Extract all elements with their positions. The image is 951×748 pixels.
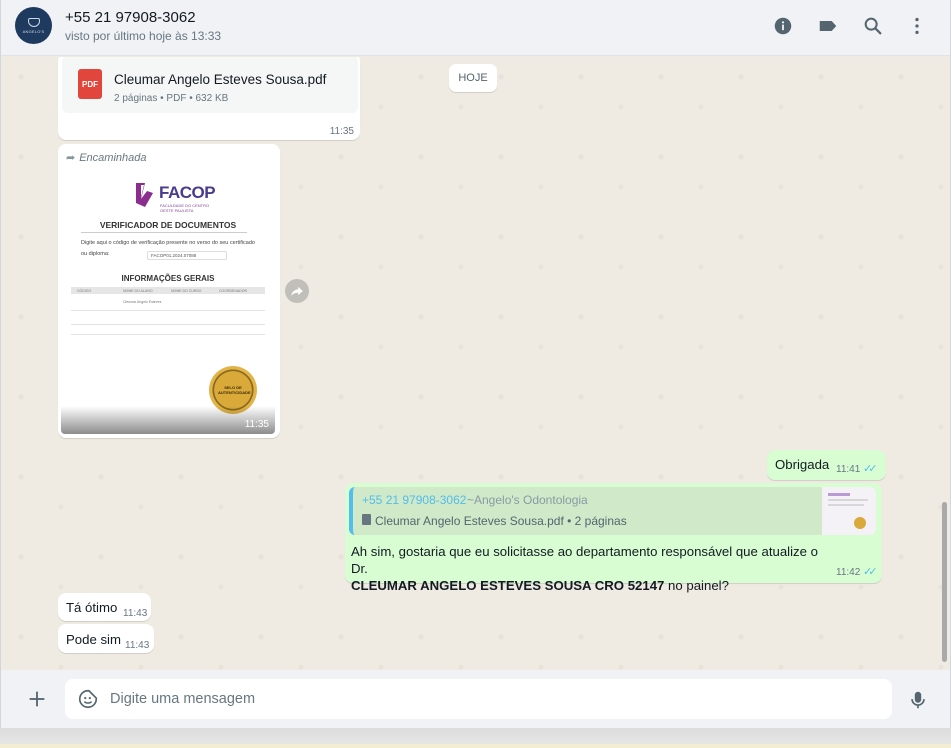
table-col-4: COORDENADOR (219, 289, 248, 293)
seal-text: SELO DE AUTENTICIDADE (218, 385, 251, 395)
message-text: Obrigada (775, 457, 830, 472)
reply-text-part: no painel? (664, 578, 729, 593)
incoming-message-bubble[interactable]: Pode sim 11:43 (58, 624, 154, 653)
document-icon (362, 514, 371, 525)
forward-button[interactable] (285, 279, 309, 303)
incoming-message-bubble[interactable]: Tá ótimo 11:43 (58, 593, 151, 621)
message-text: Tá ótimo (66, 600, 118, 615)
table-col-3: NOME DO CURSO (171, 289, 202, 293)
search-icon[interactable] (862, 15, 884, 37)
reply-message-bubble[interactable]: +55 21 97908-3062 ~Angelo's Odontologia … (345, 483, 882, 593)
table-row-line (71, 334, 265, 335)
read-ticks-icon: ✓✓ (863, 463, 878, 475)
contact-avatar[interactable]: ANGELO'S (15, 7, 52, 44)
table-student-name: Cleumar Angelo Esteves (123, 300, 162, 304)
document-screenshot-image[interactable]: FACOP FACULDADE DO CENTRO OESTE PAULISTA… (61, 170, 275, 434)
menu-kebab-icon[interactable] (906, 15, 928, 37)
message-input[interactable] (110, 679, 870, 719)
reply-text-bold: CLEUMAR ANGELO ESTEVES SOUSA CRO 52147 (351, 578, 665, 593)
contact-name[interactable]: +55 21 97908-3062 (65, 9, 196, 26)
microphone-icon[interactable] (907, 688, 929, 712)
read-ticks-icon: ✓✓ (863, 566, 878, 578)
verification-code-field: FACOP01.2024.07088 (147, 251, 227, 260)
pdf-attachment-card[interactable]: PDF Cleumar Angelo Esteves Sousa.pdf 2 p… (62, 57, 358, 113)
forwarded-image-bubble[interactable]: ➦ Encaminhada FACOP FACULDADE DO CENTRO O… (58, 144, 280, 438)
message-list[interactable]: PDF Cleumar Angelo Esteves Sousa.pdf 2 p… (1, 57, 950, 670)
composer-bar (1, 670, 950, 728)
facop-logo-icon (136, 183, 153, 207)
forwarded-label: ➦ Encaminhada (66, 151, 147, 164)
message-time: 11:41 (836, 464, 861, 475)
facop-logo-text: FACOP (159, 183, 216, 202)
message-text: Ah sim, gostaria que eu solicitasse ao d… (351, 543, 831, 594)
facop-logo-subtitle: FACULDADE DO CENTRO OESTE PAULISTA (160, 203, 210, 213)
avatar-text: ANGELO'S (22, 28, 45, 34)
quoted-document: Cleumar Angelo Esteves Sousa.pdf • 2 pág… (375, 514, 627, 528)
quoted-sender: +55 21 97908-3062 (362, 493, 467, 507)
message-time: 11:43 (123, 608, 148, 619)
pdf-message-bubble[interactable]: PDF Cleumar Angelo Esteves Sousa.pdf 2 p… (58, 57, 360, 140)
pdf-meta: 2 páginas • PDF • 632 KB (114, 93, 229, 104)
reply-text-part: Ah sim, gostaria que eu solicitasse ao d… (351, 544, 818, 576)
whatsapp-window: ANGELO'S +55 21 97908-3062 visto por últ… (0, 0, 951, 748)
quoted-author: ~Angelo's Odontologia (467, 493, 588, 507)
message-time: 11:42 (836, 567, 861, 578)
date-divider: HOJE (449, 64, 497, 92)
info-icon[interactable] (772, 15, 794, 37)
sticker-emoji-icon[interactable] (77, 688, 99, 710)
quoted-message[interactable]: +55 21 97908-3062 ~Angelo's Odontologia … (349, 487, 876, 535)
quoted-thumbnail (822, 487, 876, 535)
scrollbar-thumb[interactable] (942, 502, 947, 662)
pdf-filename: Cleumar Angelo Esteves Sousa.pdf (114, 72, 327, 87)
message-time: 11:35 (329, 126, 354, 137)
table-row-line (71, 324, 265, 325)
forwarded-arrow-icon: ➦ (66, 152, 76, 164)
forwarded-text: Encaminhada (79, 152, 147, 164)
divider (81, 232, 247, 233)
image-gradient (61, 406, 275, 434)
message-text: Pode sim (66, 632, 121, 647)
message-time: 11:43 (125, 640, 150, 651)
table-col-1: CÓDIGO (77, 289, 92, 293)
message-input-box[interactable] (65, 679, 892, 719)
share-arrow-icon (291, 286, 303, 297)
table-col-2: NOME DO ALUNO (123, 289, 153, 293)
last-seen-status: visto por último hoje às 13:33 (65, 29, 222, 43)
message-time: 11:35 (244, 419, 269, 430)
verifier-title: VERIFICADOR DE DOCUMENTOS (99, 220, 237, 230)
info-title: INFORMAÇÕES GERAIS (121, 274, 215, 283)
chat-header: ANGELO'S +55 21 97908-3062 visto por últ… (1, 0, 950, 56)
attach-plus-icon[interactable] (26, 688, 48, 710)
table-row-line (71, 310, 265, 311)
pdf-file-icon: PDF (78, 69, 102, 99)
label-icon[interactable] (817, 15, 839, 37)
outgoing-message-bubble[interactable]: Obrigada 11:41 ✓✓ (767, 450, 886, 480)
tooth-logo-icon (27, 17, 40, 27)
taskbar-edge (0, 728, 951, 748)
